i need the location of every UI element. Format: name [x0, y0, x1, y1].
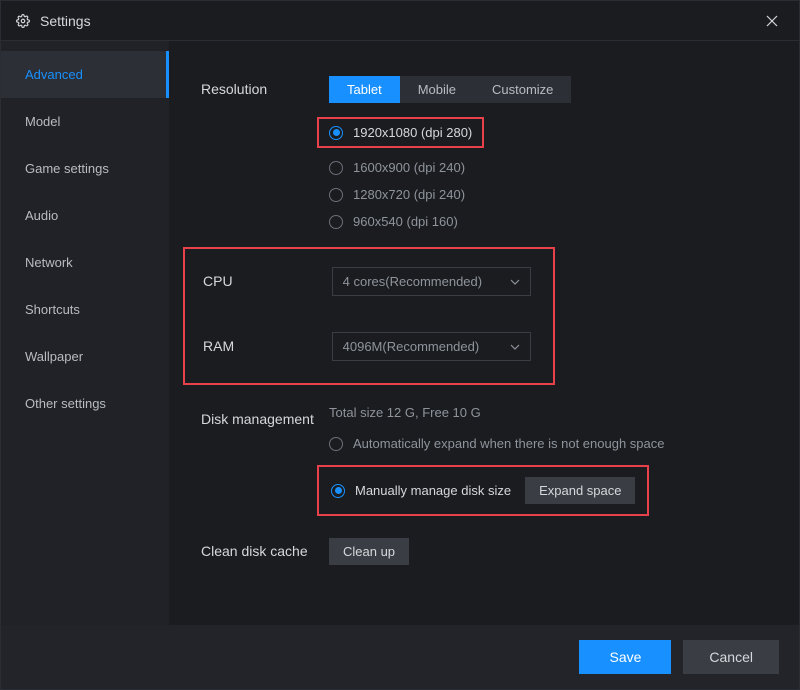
sidebar-item-label: Model — [25, 114, 60, 129]
cpu-value: 4 cores(Recommended) — [343, 274, 482, 289]
sidebar-item-label: Wallpaper — [25, 349, 83, 364]
radio-label: 1280x720 (dpi 240) — [353, 187, 465, 202]
radio-label: 1600x900 (dpi 240) — [353, 160, 465, 175]
sidebar-item-audio[interactable]: Audio — [1, 192, 169, 239]
sidebar-item-shortcuts[interactable]: Shortcuts — [1, 286, 169, 333]
radio-icon — [329, 188, 343, 202]
sidebar-item-label: Game settings — [25, 161, 109, 176]
sidebar-item-label: Audio — [25, 208, 58, 223]
ram-dropdown[interactable]: 4096M(Recommended) — [332, 332, 531, 361]
sidebar-item-network[interactable]: Network — [1, 239, 169, 286]
gear-icon — [16, 14, 30, 28]
ram-row: RAM 4096M(Recommended) — [203, 332, 531, 361]
radio-icon — [329, 126, 343, 140]
radio-res-1600[interactable]: 1600x900 (dpi 240) — [329, 160, 769, 175]
main-area: Advanced Model Game settings Audio Netwo… — [1, 41, 799, 625]
radio-label: 1920x1080 (dpi 280) — [353, 125, 472, 140]
disk-label: Disk management — [201, 405, 329, 516]
clean-label: Clean disk cache — [201, 538, 329, 565]
resolution-tabs: Tablet Mobile Customize — [329, 76, 769, 103]
sidebar-item-model[interactable]: Model — [1, 98, 169, 145]
radio-disk-auto[interactable]: Automatically expand when there is not e… — [329, 436, 769, 451]
sidebar-item-label: Other settings — [25, 396, 106, 411]
close-button[interactable] — [760, 9, 784, 33]
sidebar-item-label: Advanced — [25, 67, 83, 82]
sidebar-item-wallpaper[interactable]: Wallpaper — [1, 333, 169, 380]
chevron-down-icon — [510, 342, 520, 352]
radio-icon — [329, 215, 343, 229]
sidebar-item-label: Shortcuts — [25, 302, 80, 317]
footer: Save Cancel — [1, 625, 799, 689]
settings-window: Settings Advanced Model Game settings Au… — [0, 0, 800, 690]
sidebar-item-game-settings[interactable]: Game settings — [1, 145, 169, 192]
resolution-row: Resolution Tablet Mobile Customize 1920x… — [201, 76, 769, 229]
tab-mobile[interactable]: Mobile — [400, 76, 474, 103]
disk-content: Total size 12 G, Free 10 G Automatically… — [329, 405, 769, 516]
chevron-down-icon — [510, 277, 520, 287]
tab-tablet[interactable]: Tablet — [329, 76, 400, 103]
resolution-content: Tablet Mobile Customize 1920x1080 (dpi 2… — [329, 76, 769, 229]
clean-row: Clean disk cache Clean up — [201, 538, 769, 565]
ram-label: RAM — [203, 332, 332, 361]
highlight-cpu-ram: CPU 4 cores(Recommended) RAM 4096M(Recom… — [183, 247, 555, 385]
clean-up-button[interactable]: Clean up — [329, 538, 409, 565]
save-button[interactable]: Save — [579, 640, 671, 674]
radio-res-1280[interactable]: 1280x720 (dpi 240) — [329, 187, 769, 202]
close-icon — [766, 15, 778, 27]
cpu-label: CPU — [203, 267, 332, 296]
radio-res-1920[interactable]: 1920x1080 (dpi 280) — [329, 125, 472, 140]
window-title: Settings — [40, 13, 760, 29]
sidebar-item-label: Network — [25, 255, 73, 270]
resolution-label: Resolution — [201, 76, 329, 229]
clean-content: Clean up — [329, 538, 769, 565]
cancel-button[interactable]: Cancel — [683, 640, 779, 674]
radio-icon — [329, 161, 343, 175]
cpu-row: CPU 4 cores(Recommended) — [203, 267, 531, 296]
disk-row: Disk management Total size 12 G, Free 10… — [201, 405, 769, 516]
radio-label: Automatically expand when there is not e… — [353, 436, 664, 451]
radio-label: Manually manage disk size — [355, 483, 511, 498]
highlight-disk-manual: Manually manage disk size Expand space — [317, 465, 649, 516]
highlight-resolution: 1920x1080 (dpi 280) — [317, 117, 484, 148]
disk-info: Total size 12 G, Free 10 G — [329, 405, 769, 420]
radio-res-960[interactable]: 960x540 (dpi 160) — [329, 214, 769, 229]
expand-space-button[interactable]: Expand space — [525, 477, 635, 504]
radio-label: 960x540 (dpi 160) — [353, 214, 458, 229]
sidebar-item-advanced[interactable]: Advanced — [1, 51, 169, 98]
titlebar: Settings — [1, 1, 799, 41]
radio-icon — [331, 484, 345, 498]
sidebar-item-other-settings[interactable]: Other settings — [1, 380, 169, 427]
cpu-dropdown[interactable]: 4 cores(Recommended) — [332, 267, 531, 296]
disk-options: Automatically expand when there is not e… — [329, 436, 769, 516]
resolution-options: 1920x1080 (dpi 280) 1600x900 (dpi 240) 1… — [329, 123, 769, 229]
radio-disk-manual[interactable]: Manually manage disk size — [331, 483, 511, 498]
ram-value: 4096M(Recommended) — [343, 339, 480, 354]
tab-customize[interactable]: Customize — [474, 76, 571, 103]
sidebar: Advanced Model Game settings Audio Netwo… — [1, 41, 169, 625]
content-panel: Resolution Tablet Mobile Customize 1920x… — [169, 41, 799, 625]
radio-icon — [329, 437, 343, 451]
